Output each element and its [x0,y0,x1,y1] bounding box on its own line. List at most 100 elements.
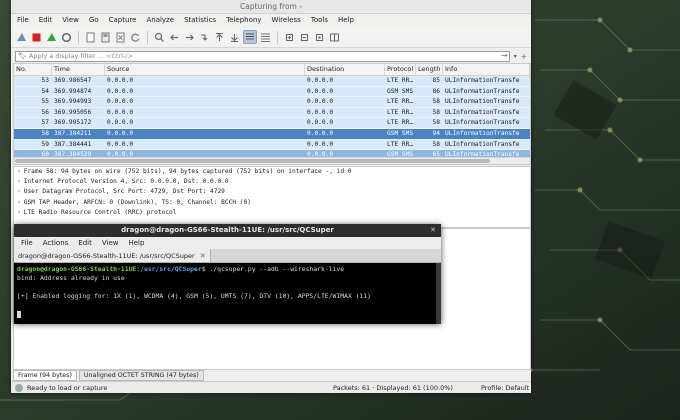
status-profile[interactable]: Profile: Default [481,384,531,392]
menu-wireless[interactable]: Wireless [267,14,306,27]
open-file-icon[interactable] [84,30,97,44]
packet-cell-no: 56 [41,108,49,116]
detail-row-ipv4[interactable]: › Internet Protocol Version 4, Src: 0.0.0… [14,177,530,187]
menu-statistics[interactable]: Statistics [180,14,222,27]
column-header-source[interactable]: Source [105,64,305,75]
packet-row[interactable]: 57 369.995172 0.0.0.0 0.0.0.0 LTE RR… 58 ULInf… [14,118,530,129]
close-icon[interactable]: ✕ [430,224,436,237]
packet-row[interactable]: 58 387.384211 0.0.0.0 0.0.0.0 GSM SMS 94 ULInf… [14,128,530,140]
terminal-window: dragon@dragon-GS66-Stealth-11UE: /usr/sr… [14,224,441,324]
expand-arrow-icon[interactable]: › [17,178,21,185]
expert-info-icon[interactable] [15,383,23,392]
colorize-icon[interactable] [259,30,272,44]
zoom-out-icon[interactable] [298,30,311,44]
packet-row[interactable]: 59 387.384441 0.0.0.0 0.0.0.0 LTE RR… 58 ULInf… [14,139,530,151]
expand-arrow-icon[interactable]: › [17,168,21,175]
tab-octet-string[interactable]: Unaligned OCTET STRING (47 bytes) [78,370,204,381]
close-file-icon[interactable] [114,30,127,44]
column-header-no[interactable]: No. [14,64,52,75]
detail-row-lte-rrc[interactable]: › LTE Radio Resource Control (RRC) protoc… [14,208,530,218]
expand-arrow-icon[interactable]: › [17,199,21,206]
expand-arrow-icon[interactable]: › [17,209,21,216]
terminal-title-text: dragon@dragon-GS66-Stealth-11UE: /usr/sr… [121,226,334,234]
column-header-destination[interactable]: Destination [305,64,385,75]
display-filter-input[interactable]: 🔖︎ Apply a display filter ... <Ctrl-/> → [15,50,510,62]
bookmark-icon[interactable]: 🔖︎ [18,52,27,60]
restart-capture-icon[interactable] [45,30,58,44]
detail-row-frame[interactable]: › Frame 58: 94 bytes on wire (752 bits), … [14,167,530,177]
menu-analyze[interactable]: Analyze [142,14,180,27]
capture-options-icon[interactable] [60,30,73,44]
column-header-info[interactable]: Info [443,64,530,75]
menu-help[interactable]: Help [334,14,360,27]
output-line: bind: Address already in use [17,274,125,282]
add-expression-icon[interactable]: + [521,52,527,61]
last-packet-icon[interactable] [228,30,241,44]
terminal-scrollbar[interactable] [436,263,441,324]
terminal-tab[interactable]: dragon@dragon-GS66-Stealth-11UE: /usr/sr… [14,249,211,262]
zoom-normal-icon[interactable] [313,30,326,44]
status-text: Ready to load or capture [27,383,108,392]
packet-cell-time: 369.995172 [54,119,92,127]
filter-history-dropdown-icon[interactable]: ▾ [514,53,517,60]
window-title: Capturing from - [11,0,531,14]
apply-filter-arrow-icon[interactable]: → [501,51,508,60]
packet-cell-info: ULInformationTransfe [445,129,520,137]
packet-row[interactable]: 56 369.995056 0.0.0.0 0.0.0.0 LTE RR… 58 ULInf… [14,107,530,119]
scrollbar-thumb[interactable] [15,159,490,163]
shark-fin-icon[interactable] [15,30,28,44]
reload-file-icon[interactable] [129,30,142,44]
menu-go[interactable]: Go [85,14,105,27]
expand-arrow-icon[interactable]: › [17,188,21,195]
first-packet-icon[interactable] [213,30,226,44]
detail-row-gsmtap[interactable]: › GSM TAP Header, ARFCN: 0 (Downlink), TS… [14,198,530,208]
detail-row-udp[interactable]: › User Datagram Protocol, Src Port: 4729,… [14,187,530,197]
resize-columns-icon[interactable] [328,30,341,44]
packet-cell-dst: 0.0.0.0 [307,119,334,127]
menu-telephony[interactable]: Telephony [222,14,267,27]
packet-cell-proto: GSM SMS [387,87,414,95]
packet-rows: 53 369.986547 0.0.0.0 0.0.0.0 LTE RR… 85 ULInf… [14,76,530,161]
packet-cell-proto: LTE RR… [387,77,414,84]
column-header-length[interactable]: Length [416,64,443,75]
column-header-time[interactable]: Time [52,64,105,75]
stop-capture-icon[interactable] [30,30,43,44]
terminal-menu-actions[interactable]: Actions [39,237,75,250]
go-forward-icon[interactable] [183,30,196,44]
horizontal-scrollbar[interactable] [14,157,530,164]
menu-capture[interactable]: Capture [105,14,143,27]
packet-cell-no: 54 [41,87,49,95]
column-header-protocol[interactable]: Protocol [385,64,416,75]
menu-file[interactable]: File [13,14,35,27]
save-file-icon[interactable] [99,30,112,44]
packet-cell-info: ULInformationTransfe [445,108,520,116]
packet-row[interactable]: 54 369.994874 0.0.0.0 0.0.0.0 GSM SMS 86 ULInf… [14,86,530,98]
autoscroll-icon[interactable] [243,30,257,44]
packet-cell-src: 0.0.0.0 [107,119,134,127]
terminal-menu-help[interactable]: Help [124,237,150,250]
packet-row[interactable]: 53 369.986547 0.0.0.0 0.0.0.0 LTE RR… 85 ULInf… [14,76,530,87]
go-back-icon[interactable] [168,30,181,44]
terminal-output[interactable]: dragon@dragon-GS66-Stealth-11UE:/usr/src… [14,263,441,324]
terminal-tabbar: dragon@dragon-GS66-Stealth-11UE: /usr/sr… [14,249,441,263]
menu-edit[interactable]: Edit [35,14,59,27]
command-line: dragon@dragon-GS66-Stealth-11UE:/usr/src… [17,265,345,273]
zoom-in-icon[interactable] [283,30,296,44]
terminal-menu-file[interactable]: File [17,237,39,250]
tab-frame-bytes[interactable]: Frame (94 bytes) [13,370,77,381]
terminal-menu-view[interactable]: View [98,237,125,250]
find-packet-icon[interactable] [153,30,166,44]
packet-cell-len: 86 [432,87,440,95]
packet-cell-src: 0.0.0.0 [107,98,134,106]
terminal-menu-edit[interactable]: Edit [74,237,98,250]
close-tab-icon[interactable]: ✕ [200,252,206,260]
packet-cell-len: 58 [432,119,440,127]
packet-cell-dst: 0.0.0.0 [307,129,334,137]
text-cursor [17,310,21,318]
packet-row[interactable]: 55 369.994993 0.0.0.0 0.0.0.0 LTE RR… 58 ULInf… [14,97,530,108]
packet-cell-dst: 0.0.0.0 [307,140,334,148]
menu-tools[interactable]: Tools [307,14,334,27]
menu-view[interactable]: View [58,14,85,27]
go-to-packet-icon[interactable] [198,30,211,44]
